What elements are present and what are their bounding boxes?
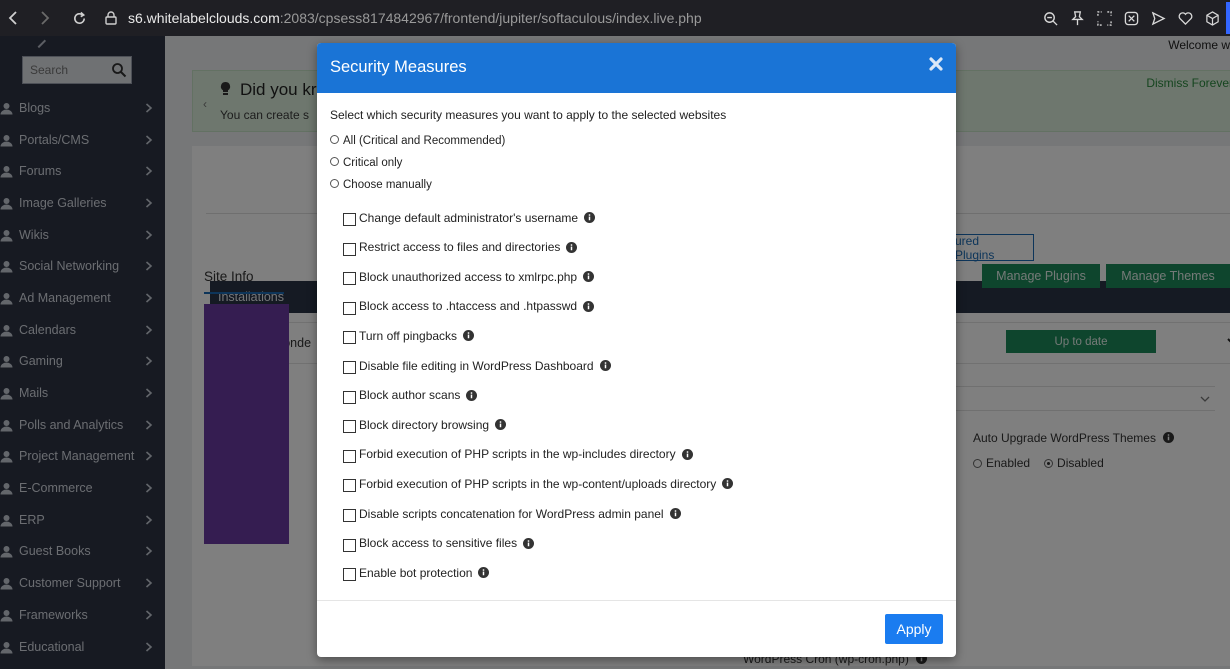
security-option[interactable]: Disable file editing in WordPress Dashbo… — [343, 357, 611, 374]
modal-header: Security Measures — [317, 43, 956, 93]
cube-icon[interactable] — [1203, 9, 1222, 28]
checkbox[interactable] — [343, 361, 356, 374]
security-option[interactable]: Enable bot protection — [343, 564, 490, 582]
checkbox[interactable] — [343, 331, 356, 345]
checkbox[interactable] — [343, 568, 356, 582]
security-measures-modal: Security Measures Select which security … — [317, 43, 956, 657]
info-icon[interactable] — [523, 537, 535, 549]
radio-all[interactable]: All (Critical and Recommended) — [330, 134, 506, 147]
option-label: Forbid execution of PHP scripts in the w… — [359, 476, 717, 491]
info-icon[interactable] — [669, 508, 681, 519]
option-label: Disable scripts concatenation for WordPr… — [359, 506, 664, 521]
forward-icon[interactable] — [32, 5, 58, 31]
option-label: Restrict access to files and directories — [359, 240, 561, 255]
info-icon[interactable] — [583, 300, 595, 312]
security-option[interactable]: Block access to sensitive files — [343, 535, 535, 552]
extension-accent — [1226, 2, 1230, 34]
radio-choose-manually[interactable]: Choose manually — [330, 178, 432, 191]
radio-label: All (Critical and Recommended) — [343, 135, 506, 147]
checkbox[interactable] — [343, 479, 356, 493]
checkbox[interactable] — [343, 449, 356, 463]
security-option[interactable]: Change default administrator's username — [343, 209, 596, 226]
info-icon[interactable] — [584, 212, 596, 223]
checkbox[interactable] — [343, 301, 356, 315]
checkbox[interactable] — [343, 538, 356, 552]
security-option[interactable]: Forbid execution of PHP scripts in the w… — [343, 446, 693, 463]
radio-button[interactable] — [330, 134, 339, 144]
info-icon[interactable] — [463, 330, 475, 342]
reload-icon[interactable] — [66, 5, 92, 31]
lock-icon — [105, 11, 117, 25]
info-icon[interactable] — [681, 448, 693, 460]
checkbox[interactable] — [343, 420, 356, 434]
security-option[interactable]: Disable scripts concatenation for WordPr… — [343, 505, 681, 522]
checkbox[interactable] — [343, 272, 356, 286]
modal-body: Select which security measures you want … — [317, 93, 956, 600]
checkbox[interactable] — [343, 509, 356, 522]
option-label: Enable bot protection — [359, 565, 473, 580]
shield-block-icon[interactable] — [1122, 9, 1141, 28]
option-label: Block access to .htaccess and .htpasswd — [359, 299, 578, 314]
pin-icon[interactable] — [1068, 9, 1087, 28]
checkbox[interactable] — [343, 242, 356, 256]
option-label: Block access to sensitive files — [359, 536, 518, 551]
screenshot-icon[interactable] — [1095, 9, 1114, 28]
option-label: Disable file editing in WordPress Dashbo… — [359, 358, 594, 373]
option-label: Block unauthorized access to xmlrpc.php — [359, 269, 578, 284]
radio-critical-only[interactable]: Critical only — [330, 156, 403, 169]
back-icon[interactable] — [0, 5, 26, 31]
info-icon[interactable] — [583, 271, 595, 283]
security-option[interactable]: Block unauthorized access to xmlrpc.php — [343, 268, 595, 286]
option-label: Turn off pingbacks — [359, 328, 458, 343]
radio-button[interactable] — [330, 156, 339, 166]
checkbox[interactable] — [343, 390, 356, 404]
security-option[interactable]: Restrict access to files and directories — [343, 239, 578, 256]
info-icon[interactable] — [466, 389, 478, 401]
option-label: Block directory browsing — [359, 417, 490, 432]
info-icon[interactable] — [495, 419, 507, 431]
security-option[interactable]: Block access to .htaccess and .htpasswd — [343, 298, 595, 315]
modal-footer: Apply — [317, 600, 956, 657]
close-icon[interactable] — [929, 57, 943, 71]
security-option[interactable]: Turn off pingbacks — [343, 327, 475, 345]
security-option[interactable]: Block directory browsing — [343, 416, 507, 434]
url-text: s6.whitelabelclouds.com:2083/cpsess81748… — [128, 10, 702, 26]
browser-toolbar: s6.whitelabelclouds.com:2083/cpsess81748… — [0, 0, 1230, 36]
info-icon[interactable] — [478, 567, 490, 579]
address-bar[interactable]: s6.whitelabelclouds.com:2083/cpsess81748… — [104, 10, 702, 26]
modal-title: Security Measures — [330, 58, 467, 76]
option-label: Block author scans — [359, 388, 461, 403]
heart-icon[interactable] — [1176, 9, 1195, 28]
modal-intro: Select which security measures you want … — [330, 108, 727, 122]
security-option[interactable]: Block author scans — [343, 387, 478, 404]
apply-button[interactable]: Apply — [885, 614, 943, 644]
option-label: Change default administrator's username — [359, 210, 579, 225]
option-label: Forbid execution of PHP scripts in the w… — [359, 447, 676, 462]
zoom-out-icon[interactable] — [1041, 9, 1060, 28]
security-option[interactable]: Forbid execution of PHP scripts in the w… — [343, 475, 734, 493]
send-icon[interactable] — [1149, 9, 1168, 28]
info-icon[interactable] — [566, 241, 578, 253]
checkbox[interactable] — [343, 213, 356, 226]
radio-button[interactable] — [330, 178, 339, 188]
radio-label: Critical only — [343, 157, 403, 169]
radio-label: Choose manually — [343, 179, 432, 191]
info-icon[interactable] — [599, 360, 611, 371]
info-icon[interactable] — [722, 478, 734, 490]
